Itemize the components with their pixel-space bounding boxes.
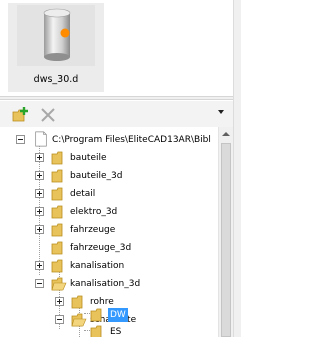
tree-item-fahrzeuge-3d[interactable]: fahrzeuge_3d bbox=[0, 239, 218, 257]
collapse-toggle[interactable] bbox=[16, 135, 25, 144]
folder-icon bbox=[51, 205, 63, 219]
folder-icon bbox=[51, 259, 63, 273]
delete-x-icon bbox=[41, 108, 55, 122]
tree-root-label: C:\Program Files\EliteCAD13AR\Bibl bbox=[52, 135, 211, 145]
thumbnail-label: dws_30.d bbox=[33, 74, 79, 85]
tree-item-kanalisation-3d[interactable]: kanalisation_3d bbox=[0, 275, 218, 293]
tree-item-label: bauteile_3d bbox=[70, 171, 123, 181]
tree-item-bauteile-3d[interactable]: bauteile_3d bbox=[0, 167, 218, 185]
expand-toggle[interactable] bbox=[55, 297, 64, 306]
tree-item-label-selected: DW bbox=[108, 308, 128, 322]
open-folder-icon bbox=[51, 277, 67, 291]
toolbar bbox=[0, 101, 233, 127]
tree-item-kanalisation[interactable]: kanalisation bbox=[0, 257, 218, 275]
expand-toggle[interactable] bbox=[35, 189, 44, 198]
tree-item-es[interactable]: ES bbox=[0, 323, 218, 337]
folder-tree: C:\Program Files\EliteCAD13AR\Bibl baute… bbox=[0, 127, 233, 337]
tree-item-detail[interactable]: detail bbox=[0, 185, 218, 203]
panel-scrollbar[interactable] bbox=[233, 0, 241, 337]
folder-icon bbox=[90, 308, 102, 322]
preview-scrollbar[interactable] bbox=[0, 96, 241, 100]
tree-item-label: bauteile bbox=[70, 153, 107, 163]
thumbnail-image bbox=[17, 5, 95, 66]
scroll-up-arrow-icon[interactable] bbox=[222, 132, 230, 136]
delete-button[interactable] bbox=[39, 106, 57, 124]
expand-toggle[interactable] bbox=[35, 153, 44, 162]
scrollbar-thumb[interactable] bbox=[221, 143, 231, 337]
add-folder-button[interactable] bbox=[12, 106, 30, 124]
expand-toggle[interactable] bbox=[35, 261, 44, 270]
tree-item-label: fahrzeuge_3d bbox=[70, 243, 132, 253]
folder-icon bbox=[51, 169, 63, 183]
expand-toggle[interactable] bbox=[35, 171, 44, 180]
folder-icon bbox=[51, 187, 63, 201]
tree-item-label: fahrzeuge bbox=[70, 225, 116, 235]
tree-item-elektro-3d[interactable]: elektro_3d bbox=[0, 203, 218, 221]
tree-item-label: kanalisation_3d bbox=[70, 279, 141, 289]
expand-toggle[interactable] bbox=[35, 207, 44, 216]
tree-item-label: elektro_3d bbox=[70, 207, 118, 217]
folder-add-icon bbox=[12, 107, 28, 122]
dropdown-arrow-icon bbox=[218, 110, 224, 114]
tree-root[interactable]: C:\Program Files\EliteCAD13AR\Bibl bbox=[0, 131, 218, 149]
toolbar-dropdown-button[interactable] bbox=[217, 108, 225, 116]
tree-item-label: ES bbox=[110, 327, 122, 337]
tree-item-label: kanalisation bbox=[70, 261, 125, 271]
folder-icon bbox=[51, 241, 63, 255]
thumbnail-card[interactable]: dws_30.d bbox=[8, 3, 104, 92]
tree-item-fahrzeuge[interactable]: fahrzeuge bbox=[0, 221, 218, 239]
tree-item-dw[interactable]: DW bbox=[0, 306, 218, 324]
document-icon bbox=[35, 131, 47, 147]
folder-icon bbox=[90, 325, 102, 337]
preview-panel: dws_30.d bbox=[0, 0, 241, 96]
tree-scrollbar[interactable] bbox=[218, 127, 233, 337]
tree-item-bauteile[interactable]: bauteile bbox=[0, 149, 218, 167]
folder-icon bbox=[51, 151, 63, 165]
expand-toggle[interactable] bbox=[35, 225, 44, 234]
collapse-toggle[interactable] bbox=[35, 279, 44, 288]
tree-item-label: detail bbox=[70, 189, 96, 199]
folder-icon bbox=[51, 223, 63, 237]
